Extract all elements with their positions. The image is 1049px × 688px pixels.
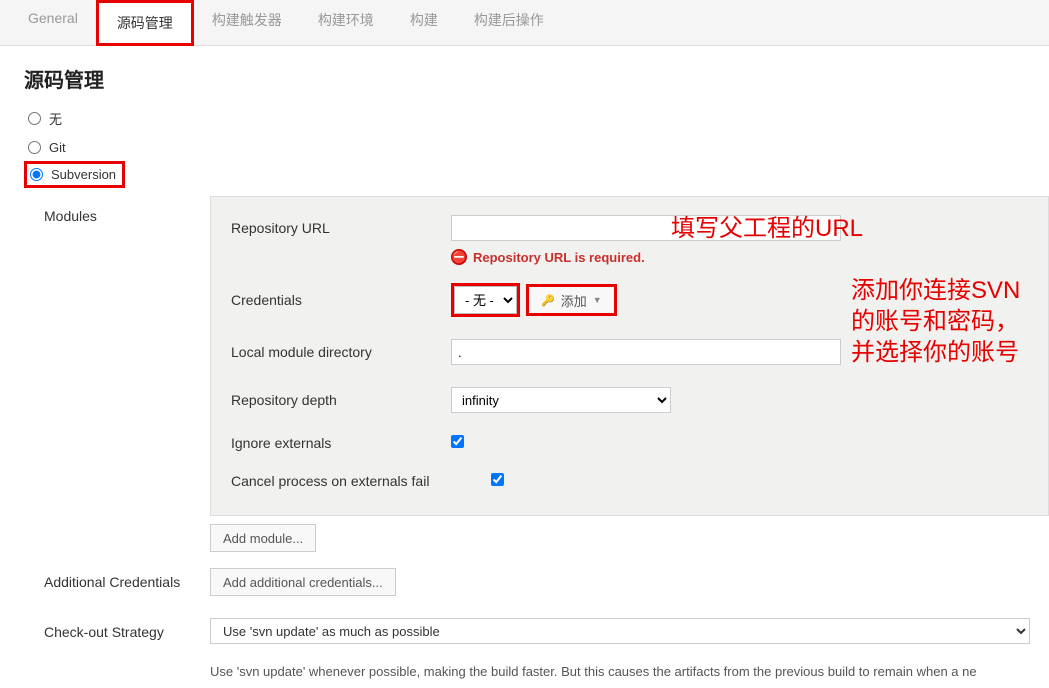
add-additional-credentials-button[interactable]: Add additional credentials... xyxy=(210,568,396,596)
error-icon: ⛔ xyxy=(451,249,467,265)
scm-options: 无 Git Subversion xyxy=(0,103,1049,196)
scm-option-git: Git xyxy=(24,134,1025,161)
local-dir-input[interactable] xyxy=(451,339,841,365)
caret-down-icon: ▼ xyxy=(593,295,602,305)
label-none[interactable]: 无 xyxy=(49,109,62,128)
section-title: 源码管理 xyxy=(0,46,1049,103)
config-tabs: General 源码管理 构建触发器 构建环境 构建 构建后操作 xyxy=(0,0,1049,46)
credentials-select[interactable]: - 无 - xyxy=(454,286,517,314)
add-module-button[interactable]: Add module... xyxy=(210,524,316,552)
repo-depth-label: Repository depth xyxy=(231,392,451,408)
tab-triggers[interactable]: 构建触发器 xyxy=(194,0,300,45)
credentials-label: Credentials xyxy=(231,292,451,308)
radio-subversion[interactable] xyxy=(30,168,43,181)
tab-build-env[interactable]: 构建环境 xyxy=(300,0,392,45)
radio-none[interactable] xyxy=(28,112,41,125)
repo-url-label: Repository URL xyxy=(231,220,451,236)
local-dir-label: Local module directory xyxy=(231,344,451,360)
error-text: Repository URL is required. xyxy=(473,250,645,265)
repo-depth-select[interactable]: infinity xyxy=(451,387,671,413)
modules-heading: Modules xyxy=(30,196,210,552)
repo-url-input[interactable] xyxy=(451,215,841,241)
checkout-strategy-label: Check-out Strategy xyxy=(44,618,210,640)
radio-git[interactable] xyxy=(28,141,41,154)
module-box: Repository URL 填写父工程的URL ⛔ Repository UR… xyxy=(210,196,1049,516)
label-git[interactable]: Git xyxy=(49,140,66,155)
cancel-externals-checkbox[interactable] xyxy=(491,473,504,486)
label-subversion[interactable]: Subversion xyxy=(51,167,116,182)
ignore-externals-checkbox[interactable] xyxy=(451,435,464,448)
add-credentials-button[interactable]: 🔑 添加 ▼ xyxy=(526,284,617,316)
tab-scm[interactable]: 源码管理 xyxy=(96,0,194,46)
checkout-strategy-select[interactable]: Use 'svn update' as much as possible xyxy=(210,618,1030,644)
ignore-externals-label: Ignore externals xyxy=(231,435,451,451)
add-cred-label: 添加 xyxy=(561,291,587,310)
key-icon: 🔑 xyxy=(541,294,555,307)
tab-post-build[interactable]: 构建后操作 xyxy=(456,0,562,45)
repo-url-error: ⛔ Repository URL is required. xyxy=(451,249,1028,265)
tab-build[interactable]: 构建 xyxy=(392,0,456,45)
scm-option-none: 无 xyxy=(24,103,1025,134)
scm-option-subversion: Subversion xyxy=(24,161,125,188)
tab-general[interactable]: General xyxy=(10,0,96,45)
additional-credentials-label: Additional Credentials xyxy=(44,568,210,590)
cancel-externals-label: Cancel process on externals fail xyxy=(231,473,491,489)
